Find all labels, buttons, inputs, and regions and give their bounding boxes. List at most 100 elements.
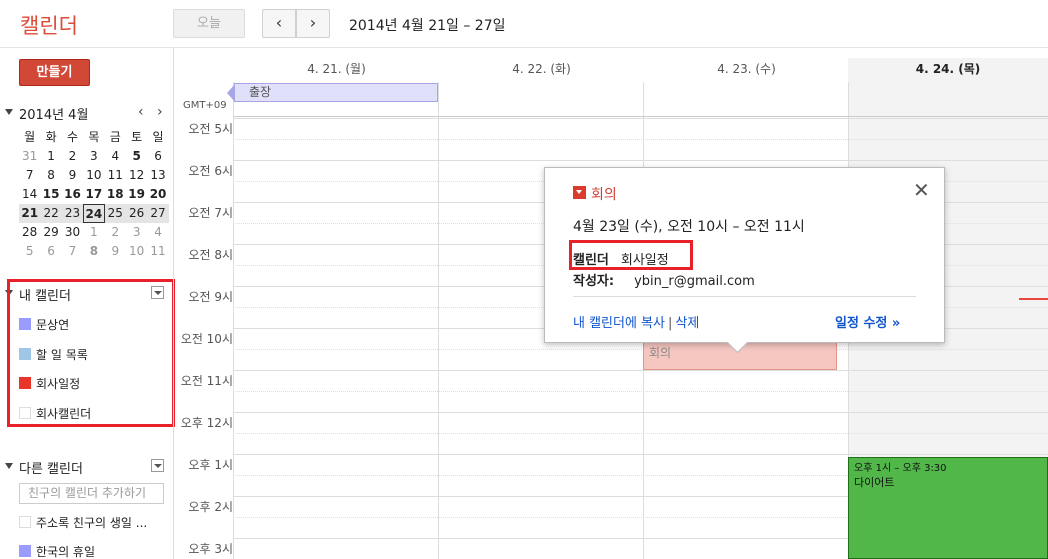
mini-day[interactable]: 20 [147,185,168,204]
mini-day[interactable]: 6 [40,242,61,261]
day-header[interactable]: 4. 22. (화) [439,60,644,77]
highlight-box-my-calendars [7,279,175,427]
mini-day[interactable]: 6 [147,147,168,166]
mini-day[interactable]: 2 [105,223,126,242]
popup-author-row: 작성자: ybin_r@gmail.com [573,270,755,289]
collapse-triangle-icon[interactable] [5,109,13,115]
link-separator: | [668,316,673,331]
mini-prev-month-button[interactable]: ‹ [138,104,144,120]
mini-day[interactable]: 8 [40,166,61,185]
mini-day[interactable]: 7 [19,166,40,185]
other-calendars-title[interactable]: 다른 캘린더 [19,458,83,477]
mini-week-row: 7 8 9 10 11 12 13 [19,166,169,185]
mini-week-row: 5 6 7 8 9 10 11 [19,242,169,261]
mini-day[interactable]: 15 [40,185,61,204]
mini-day[interactable]: 9 [62,166,83,185]
mini-day[interactable]: 4 [105,147,126,166]
hour-label: 오후 1시 [188,458,233,472]
event-time: 오후 1시 – 오후 3:30 [854,463,947,474]
mini-weekday-row: 월 화 수 목 금 토 일 [19,128,169,147]
calendar-color-swatch[interactable] [19,545,31,557]
highlight-box-calendar-field [569,240,693,270]
mini-week-row: 28 29 30 1 2 3 4 [19,223,169,242]
calendar-color-dropdown-icon[interactable] [573,186,586,199]
mini-day[interactable]: 12 [126,166,147,185]
half-hour-line [233,391,1048,392]
mini-day[interactable]: 16 [62,185,83,204]
mini-week-row: 14 15 16 17 18 19 20 [19,185,169,204]
mini-day[interactable]: 4 [147,223,168,242]
mini-next-month-button[interactable]: › [157,104,163,120]
mini-day[interactable]: 27 [147,204,168,223]
mini-day[interactable]: 8 [83,242,104,261]
hour-label: 오전 11시 [180,374,233,388]
mini-day[interactable]: 31 [19,147,40,166]
mini-day[interactable]: 22 [40,204,61,223]
weekday-label: 수 [66,130,78,144]
calendar-color-swatch[interactable] [19,516,31,528]
day-header[interactable]: 4. 23. (수) [644,60,849,77]
close-icon[interactable]: ✕ [913,178,930,202]
mini-day[interactable]: 28 [19,223,40,242]
mini-day-today[interactable]: 24 [83,204,105,223]
hour-label: 오전 8시 [188,248,233,262]
mini-day[interactable]: 29 [40,223,61,242]
mini-day[interactable]: 3 [126,223,147,242]
mini-calendar-title[interactable]: 2014년 4월 [19,104,88,123]
mini-day[interactable]: 14 [19,185,40,204]
hour-row: 오전 5시 [174,118,1048,160]
hour-line [233,412,1048,413]
mini-day[interactable]: 1 [40,147,61,166]
mini-day[interactable]: 17 [83,185,104,204]
hour-line [233,118,1048,119]
event-diet[interactable]: 오후 1시 – 오후 3:30 다이어트 [848,457,1048,559]
allday-event-trip[interactable]: 출장 [227,83,438,102]
mini-day[interactable]: 9 [105,242,126,261]
hour-label: 오후 2시 [188,500,233,514]
mini-week-row: 31 1 2 3 4 5 6 [19,147,169,166]
hour-label: 오후 12시 [180,416,233,430]
half-hour-line [233,433,1048,434]
edit-event-link[interactable]: 일정 수정 » [835,312,900,331]
create-button[interactable]: 만들기 [19,59,90,86]
mini-day[interactable]: 7 [62,242,83,261]
calendar-item-label: 주소록 친구의 생일 ... [36,516,148,530]
mini-day[interactable]: 10 [83,166,104,185]
today-button[interactable]: 오늘 [173,9,245,38]
weekday-label: 화 [45,130,57,144]
mini-day[interactable]: 5 [126,147,147,166]
mini-day[interactable]: 3 [83,147,104,166]
app-title[interactable]: 캘린더 [20,10,78,40]
add-friend-calendar-input[interactable]: 친구의 캘린더 추가하기 [19,483,164,504]
prev-week-button[interactable]: ‹ [262,9,296,38]
hour-label: 오후 3시 [188,542,233,556]
mini-day[interactable]: 2 [62,147,83,166]
popup-divider [573,296,916,297]
mini-day[interactable]: 19 [126,185,147,204]
mini-day[interactable]: 30 [62,223,83,242]
popup-author-value: ybin_r@gmail.com [634,274,755,289]
mini-day[interactable]: 11 [105,166,126,185]
mini-day[interactable]: 26 [126,204,147,223]
mini-day[interactable]: 1 [83,223,104,242]
hour-row: 오전 11시 [174,370,1048,412]
day-header-today[interactable]: 4. 24. (목) [848,60,1048,77]
mini-day[interactable]: 5 [19,242,40,261]
day-header[interactable]: 4. 21. (월) [234,60,439,77]
mini-day[interactable]: 23 [62,204,83,223]
copy-to-my-calendar-link[interactable]: 내 캘린더에 복사 [573,316,665,331]
other-calendars-menu-icon[interactable] [151,459,164,472]
next-week-button[interactable]: › [296,9,330,38]
weekday-label: 목 [88,130,100,144]
mini-day[interactable]: 21 [19,204,40,223]
mini-day[interactable]: 13 [147,166,168,185]
other-calendars-header[interactable]: 다른 캘린더 [5,458,170,478]
mini-day[interactable]: 18 [105,185,126,204]
hour-label: 오전 5시 [188,122,233,136]
popup-when: 4월 23일 (수), 오전 10시 – 오전 11시 [573,219,805,235]
delete-link[interactable]: 삭제 [675,316,699,331]
mini-day[interactable]: 10 [126,242,147,261]
collapse-triangle-icon[interactable] [5,463,13,469]
mini-day[interactable]: 25 [105,204,126,223]
mini-day[interactable]: 11 [147,242,168,261]
